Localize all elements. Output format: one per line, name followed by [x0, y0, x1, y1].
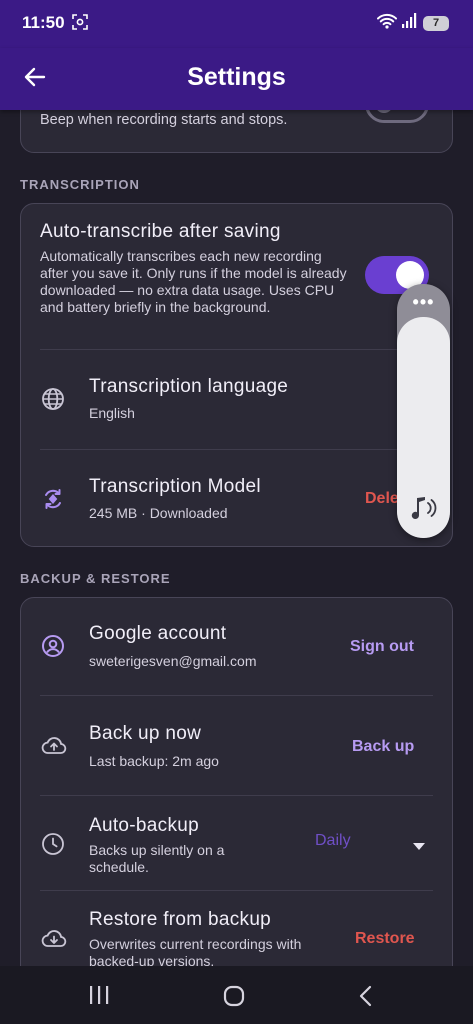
volume-more-button[interactable]: ••• [397, 292, 450, 313]
section-transcription-label: TRANSCRIPTION [20, 177, 140, 192]
cloud-download-icon [41, 927, 67, 951]
toggle-knob [375, 110, 393, 113]
transcription-model-title: Transcription Model [89, 476, 261, 497]
wifi-icon [377, 13, 397, 34]
back-nav-button[interactable] [358, 985, 374, 1012]
settings-list[interactable]: Beep when recording starts and stops. TR… [0, 110, 473, 966]
model-sync-icon [41, 487, 65, 511]
last-backup-time: Last backup: 2m ago [89, 753, 219, 769]
restore-title: Restore from backup [89, 909, 272, 930]
divider [40, 695, 433, 696]
system-navigation-bar [0, 966, 473, 1024]
restore-button[interactable]: Restore [355, 930, 415, 948]
music-volume-icon [407, 495, 439, 526]
auto-backup-frequency-select[interactable]: Daily [309, 826, 439, 854]
section-backup-label: BACKUP & RESTORE [20, 571, 171, 586]
beep-toggle[interactable] [365, 110, 429, 123]
restore-description: Overwrites current recordings with backe… [89, 936, 302, 966]
backup-card: Google account sweterigesven@gmail.com S… [20, 597, 453, 966]
divider [40, 795, 433, 796]
frequency-selected-value: Daily [315, 832, 351, 849]
back-up-button[interactable]: Back up [352, 738, 414, 756]
delete-model-button[interactable]: Dele [365, 490, 399, 508]
battery-indicator: 7 [423, 15, 449, 31]
status-time: 11:50 [22, 13, 65, 32]
auto-backup-title: Auto-backup [89, 815, 199, 836]
account-circle-icon [41, 634, 65, 658]
google-account-title: Google account [89, 623, 227, 644]
divider [40, 449, 433, 450]
back-up-now-title: Back up now [89, 723, 202, 744]
page-title: Settings [187, 63, 286, 91]
google-account-email: sweterigesven@gmail.com [89, 653, 257, 669]
screen-record-icon [72, 14, 88, 35]
sound-card: Beep when recording starts and stops. [20, 110, 453, 153]
recent-apps-button[interactable] [88, 985, 110, 1010]
dropdown-arrow-icon [413, 837, 425, 855]
transcription-language-value: English [89, 405, 135, 421]
transcription-model-value: 245 MB · Downloaded [89, 505, 228, 521]
sign-out-button[interactable]: Sign out [350, 638, 414, 656]
battery-level: 7 [432, 17, 440, 29]
transcription-card: Auto-transcribe after saving Automatical… [20, 203, 453, 547]
status-bar: 11:50 7 [0, 0, 473, 48]
auto-backup-description: Backs up silently on a schedule. [89, 842, 225, 875]
home-button[interactable] [223, 985, 245, 1012]
globe-icon [41, 387, 65, 411]
beep-description: Beep when recording starts and stops. [40, 112, 288, 128]
clock-icon [41, 832, 65, 856]
transcription-language-title: Transcription language [89, 376, 289, 397]
divider [40, 890, 433, 891]
auto-transcribe-description: Automatically transcribes each new recor… [40, 248, 347, 315]
volume-panel[interactable]: ••• [397, 284, 450, 538]
app-bar: Settings [0, 48, 473, 110]
auto-transcribe-title: Auto-transcribe after saving [40, 221, 281, 242]
signal-icon [401, 13, 417, 33]
divider [40, 349, 433, 350]
cloud-upload-icon [41, 734, 67, 758]
